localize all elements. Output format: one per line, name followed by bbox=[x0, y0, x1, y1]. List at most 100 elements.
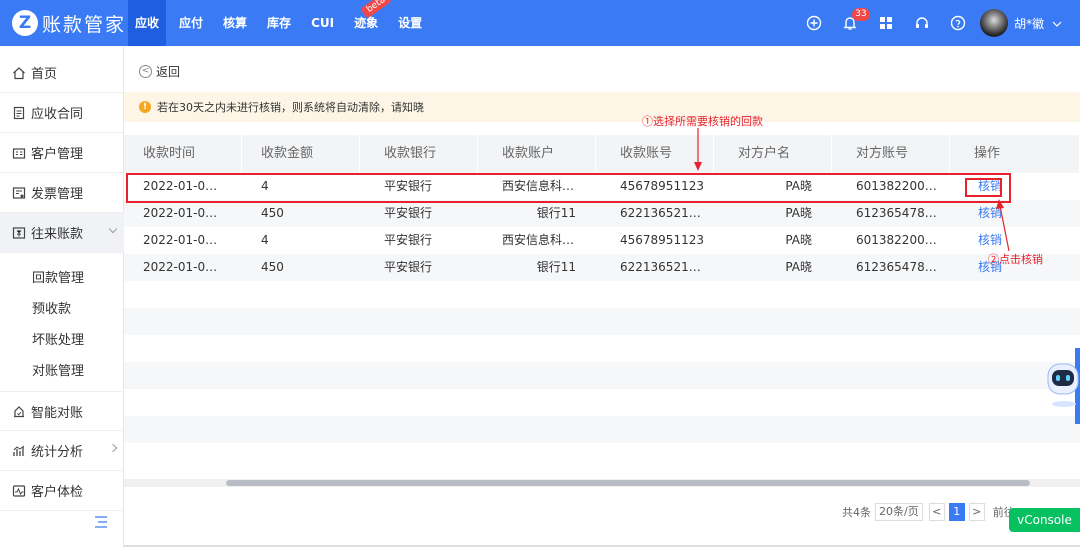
account-icon bbox=[12, 226, 26, 239]
sidebar-item-customer[interactable]: 客户管理 bbox=[0, 133, 124, 173]
app-logo[interactable]: Z 账款管家 bbox=[12, 9, 126, 37]
table-cell: 西安信息科… bbox=[502, 233, 575, 247]
sidebar-item-invoice[interactable]: 发票管理 bbox=[0, 173, 124, 213]
column-header: 对方账号 bbox=[832, 135, 950, 173]
nav-item-settings[interactable]: 设置 bbox=[391, 0, 429, 46]
notice-text: 若在30天之内未进行核销，则系统将自动清除，请知晓 bbox=[157, 101, 424, 114]
table-cell: PA晓 bbox=[785, 206, 812, 220]
pagination: 共4条 20条/页 < 1 > 前往 bbox=[842, 503, 1015, 521]
sidebar-item-checkup[interactable]: 客户体检 bbox=[0, 471, 124, 511]
sidebar-sub-item-prepayment[interactable]: 预收款 bbox=[32, 298, 71, 317]
page-number-current[interactable]: 1 bbox=[948, 503, 965, 521]
assistant-robot-icon[interactable] bbox=[1042, 350, 1080, 410]
user-name[interactable]: 胡*徽 bbox=[1014, 15, 1062, 32]
notice-banner: ! 若在30天之内未进行核销，则系统将自动清除，请知晓 bbox=[124, 92, 1080, 122]
logo-text: 账款管家 bbox=[42, 13, 127, 36]
empty-row bbox=[124, 308, 1080, 335]
sidebar-item-label: 客户体检 bbox=[31, 485, 84, 500]
sidebar-item-contract[interactable]: 应收合同 bbox=[0, 93, 124, 133]
nav-item-payable[interactable]: 应付 bbox=[172, 0, 210, 46]
chevron-right-icon bbox=[108, 443, 118, 453]
sidebar-sub-item-reconcile[interactable]: 对账管理 bbox=[32, 360, 84, 379]
column-header: 操作 bbox=[950, 135, 1080, 173]
annotation-step-1: ①选择所需要核销的回款 bbox=[642, 115, 763, 128]
sidebar-item-label: 统计分析 bbox=[31, 445, 84, 460]
writeoff-link[interactable]: 核销 bbox=[950, 227, 1080, 254]
checkup-icon bbox=[12, 484, 26, 497]
nav-item-trace-label: 迹象 bbox=[354, 16, 379, 30]
scrollbar-thumb[interactable] bbox=[226, 480, 1030, 486]
nav-item-inventory[interactable]: 库存 bbox=[260, 0, 298, 46]
page-size-select[interactable]: 20条/页 bbox=[875, 503, 923, 521]
table-cell: 银行11 bbox=[536, 206, 576, 220]
help-circle-icon[interactable] bbox=[940, 0, 976, 46]
nav-item-receivable[interactable]: 应收 bbox=[128, 0, 167, 46]
selection-highlight-box bbox=[126, 173, 1011, 203]
table-cell: PA晓 bbox=[785, 233, 812, 247]
horizontal-scrollbar[interactable] bbox=[124, 479, 1080, 487]
table-cell: 4 bbox=[261, 233, 269, 247]
table-cell: PA晓 bbox=[785, 260, 812, 274]
empty-row bbox=[124, 362, 1080, 389]
top-right-tools: 33 胡*徽 bbox=[796, 0, 1080, 46]
sidebar-sub-item-collection[interactable]: 回款管理 bbox=[32, 267, 84, 286]
next-page-button[interactable]: > bbox=[968, 503, 985, 521]
apps-grid-icon[interactable] bbox=[868, 0, 904, 46]
notification-badge: 33 bbox=[852, 8, 870, 21]
smart-icon bbox=[14, 406, 24, 418]
table-row[interactable]: 2022-01-0… 4 平安银行 西安信息科… 45678951123 PA晓 60138… bbox=[124, 227, 1080, 254]
writeoff-link[interactable]: 核销 bbox=[950, 200, 1080, 227]
back-button[interactable]: < 返回 bbox=[139, 63, 180, 80]
nav-item-accounting[interactable]: 核算 bbox=[216, 0, 254, 46]
app-root: Z 账款管家 应收 应付 核算 库存 CUI 迹象 beta 设置 33 胡*徽… bbox=[0, 0, 1080, 547]
sidebar: 首页 应收合同 客户管理 发票管理 往来账款 回款管理 预收款 坏账处理 对账管… bbox=[0, 46, 124, 547]
table-cell: 612365478… bbox=[856, 206, 937, 220]
table-cell: 601382200… bbox=[856, 233, 937, 247]
nav-item-trace[interactable]: 迹象 beta bbox=[347, 0, 393, 46]
empty-row bbox=[124, 335, 1080, 362]
sidebar-sub-item-bad-debt[interactable]: 坏账处理 bbox=[32, 329, 84, 348]
table-cell: 612365478… bbox=[856, 260, 937, 274]
table-cell: 银行11 bbox=[536, 260, 576, 274]
sidebar-item-statistics[interactable]: 统计分析 bbox=[0, 431, 124, 471]
chevron-down-icon bbox=[108, 224, 118, 234]
document-icon bbox=[13, 106, 25, 119]
vconsole-button[interactable]: vConsole bbox=[1009, 508, 1080, 532]
column-header: 收款账户 bbox=[478, 135, 596, 173]
warning-icon: ! bbox=[139, 101, 151, 113]
table-cell: 45678951123 bbox=[620, 233, 704, 247]
column-header: 收款金额 bbox=[242, 135, 360, 173]
column-header: 收款时间 bbox=[124, 135, 242, 173]
table-header: 收款时间 收款金额 收款银行 收款账户 收款账号 对方户名 对方账号 操作 bbox=[124, 135, 1080, 173]
table-cell: 622136521… bbox=[620, 206, 701, 220]
user-avatar[interactable] bbox=[980, 9, 1009, 37]
user-name-label: 胡*徽 bbox=[1014, 16, 1045, 31]
sidebar-item-label: 应收合同 bbox=[31, 107, 84, 122]
menu-collapse-icon[interactable] bbox=[94, 516, 108, 528]
back-arrow-icon: < bbox=[139, 65, 152, 78]
headset-icon[interactable] bbox=[904, 0, 940, 46]
nav-item-cui[interactable]: CUI bbox=[304, 0, 341, 46]
back-label: 返回 bbox=[156, 65, 181, 79]
prev-page-button[interactable]: < bbox=[928, 503, 945, 521]
annotation-step-2: ②点击核销 bbox=[988, 253, 1043, 266]
sidebar-item-label: 发票管理 bbox=[31, 187, 84, 202]
table-cell: 2022-01-0… bbox=[143, 260, 218, 274]
table-row[interactable]: 2022-01-0… 450 平安银行 银行11 622136521… PA晓 612365… bbox=[124, 254, 1080, 281]
invoice-icon bbox=[12, 186, 26, 199]
action-highlight-box bbox=[965, 178, 1002, 197]
sidebar-item-home[interactable]: 首页 bbox=[0, 53, 124, 93]
logo-mark: Z bbox=[12, 10, 38, 36]
sidebar-item-smart-reconcile[interactable]: 智能对账 bbox=[0, 391, 124, 431]
sidebar-item-label: 往来账款 bbox=[31, 227, 84, 242]
table-cell: 622136521… bbox=[620, 260, 701, 274]
customer-icon bbox=[12, 147, 26, 159]
sidebar-item-accounts[interactable]: 往来账款 bbox=[0, 213, 124, 253]
annotation-arrow-up bbox=[996, 199, 1010, 252]
table-cell: 平安银行 bbox=[384, 260, 433, 274]
bell-icon[interactable]: 33 bbox=[832, 0, 870, 46]
table-row[interactable]: 2022-01-0… 450 平安银行 银行11 622136521… PA晓 612365… bbox=[124, 200, 1080, 227]
add-circle-icon[interactable] bbox=[796, 0, 832, 46]
table-cell: 2022-01-0… bbox=[143, 233, 218, 247]
top-bar: Z 账款管家 应收 应付 核算 库存 CUI 迹象 beta 设置 33 胡*徽 bbox=[0, 0, 1080, 46]
